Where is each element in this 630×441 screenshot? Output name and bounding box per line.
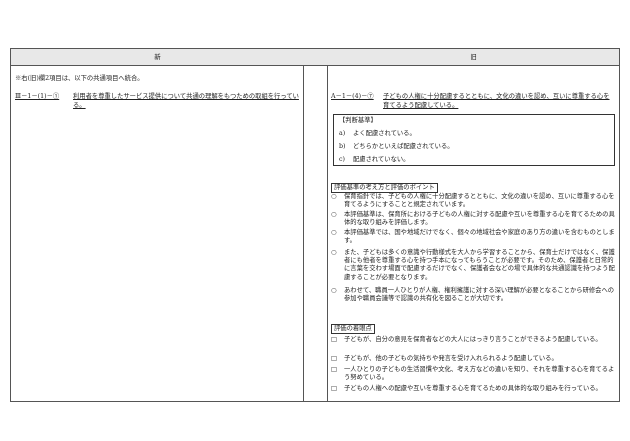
old-item-text: 子どもの人権に十分配慮するとともに、文化の違いを認め、互いに尊重する心を育てるよ… (383, 93, 610, 109)
circle-bullet-icon: ○ (331, 287, 337, 294)
checkbox-icon: □ (331, 336, 337, 343)
checkbox-icon: □ (331, 366, 337, 373)
points-title: 評価基準の考え方と評価のポイント (331, 183, 438, 193)
circle-bullet-icon: ○ (331, 193, 337, 200)
judgment-b-text: どちらかといえば配慮されている。 (353, 143, 454, 150)
new-intro: ※右(旧)欄2項目は、以下の共通項目へ統合。 (15, 75, 144, 82)
judgment-a-text: よく配慮されている。 (353, 130, 416, 137)
new-item-code: Ⅲ－1－(1)－① (15, 93, 60, 100)
circle-bullet-icon: ○ (331, 229, 337, 236)
checkbox-icon: □ (331, 385, 337, 392)
new-item-text: 利用者を尊重したサービス提供について共通の理解をもつための取組を行っている。 (73, 93, 299, 109)
header-new: 新 (11, 49, 304, 66)
old-item-code: A－1－(4)－⑦ (331, 93, 374, 100)
header-middle (304, 49, 328, 66)
judgment-title: 【判断基準】 (339, 117, 377, 124)
circle-bullet-icon: ○ (331, 211, 337, 218)
middle-column (304, 49, 328, 401)
judgment-c-mark: c) (339, 156, 345, 163)
circle-bullet-icon: ○ (331, 249, 337, 256)
header-old: 旧 (328, 49, 619, 66)
viewpoints-title: 評価の着眼点 (331, 324, 375, 334)
judgment-c-text: 配慮されていない。 (353, 156, 410, 163)
judgment-b-mark: b) (339, 143, 346, 150)
comparison-table: 新 旧 ※右(旧)欄2項目は、以下の共通項目へ統合。 Ⅲ－1－(1)－① 利用者… (10, 48, 620, 402)
checkbox-icon: □ (331, 355, 337, 362)
judgment-a-mark: a) (339, 130, 346, 137)
